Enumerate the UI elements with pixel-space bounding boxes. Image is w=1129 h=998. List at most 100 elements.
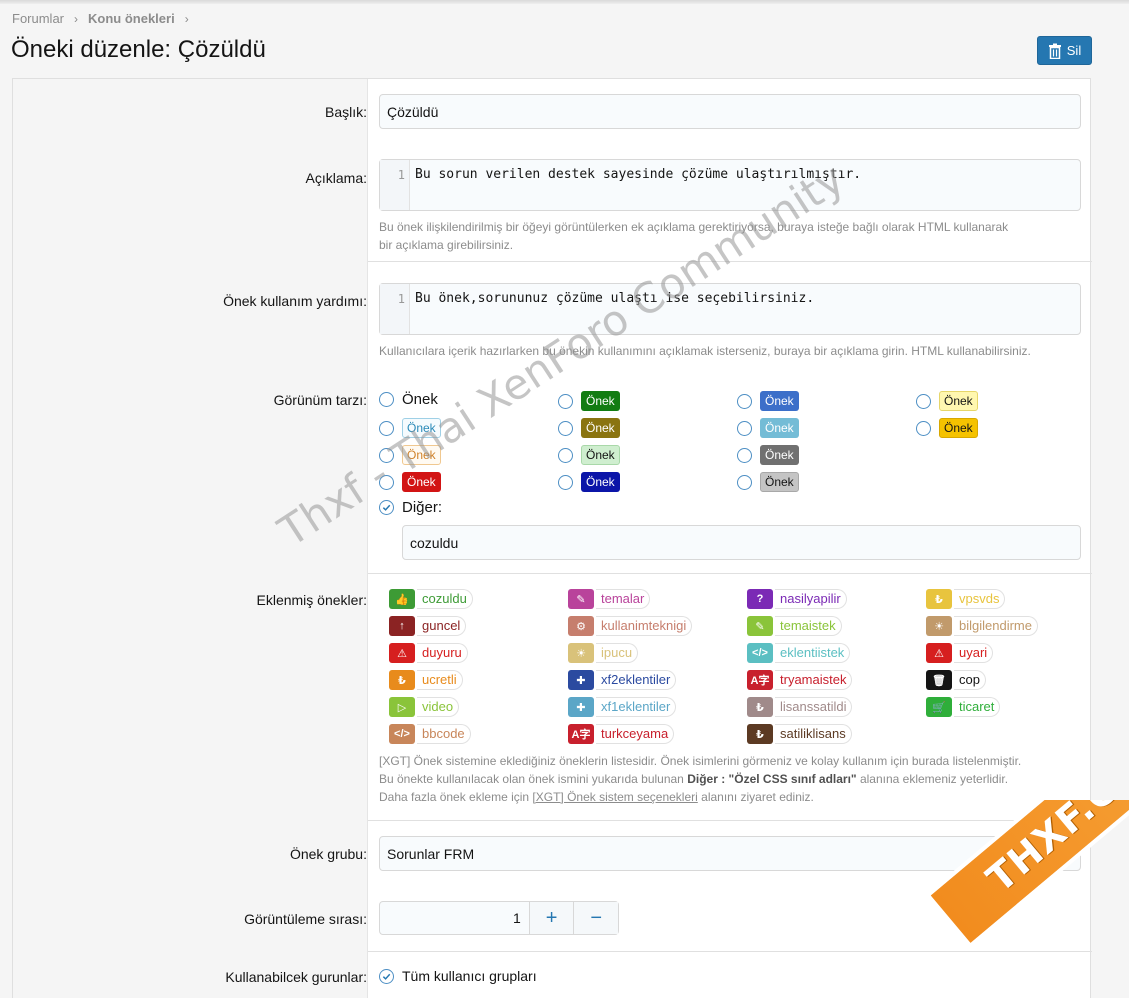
style-option-silver[interactable]: Önek: [737, 472, 799, 492]
prefix-tag-cop: 🗑 cop: [926, 670, 986, 690]
usage-help-label: Önek kullanım yardımı:: [223, 293, 367, 309]
line-number: 1: [380, 160, 410, 210]
style-label: Görünüm tarzı:: [273, 392, 367, 408]
prefix-tag-temaistek: ✎ temaistek: [747, 616, 842, 636]
prefix-tag-name: temaistek: [775, 616, 842, 636]
breadcrumb-thread-prefixes[interactable]: Konu önekleri: [88, 11, 175, 26]
prefix-tag-turkceyama: A字 turkceyama: [568, 724, 675, 744]
watermark-logo: THXF.ORG: [915, 800, 1129, 979]
delete-label: Sil: [1066, 43, 1082, 58]
display-order-value[interactable]: 1: [380, 902, 529, 934]
divider: [368, 573, 1092, 574]
prefix-tag-name: vpsvds: [954, 589, 1006, 609]
style-option-blue[interactable]: Önek: [737, 391, 799, 411]
chevron-right-icon: ›: [74, 11, 79, 26]
prefix-tag-name: uyari: [954, 643, 994, 663]
prefix-tag-name: ipucu: [596, 643, 639, 663]
prefix-tag-name: bbcode: [417, 724, 471, 744]
arrow-up-icon: ↑: [389, 616, 415, 636]
radio-circle: [379, 392, 394, 407]
prefix-tag-name: duyuru: [417, 643, 468, 663]
prefix-tag-satiliklisans: ₺ satiliklisans: [747, 724, 852, 744]
decrement-button[interactable]: −: [573, 902, 619, 934]
style-option-green[interactable]: Önek: [558, 391, 620, 411]
lira-icon: ₺: [747, 724, 773, 744]
breadcrumb-forums[interactable]: Forumlar: [12, 11, 64, 26]
warning-icon: ⚠: [926, 643, 952, 663]
description-editor[interactable]: 1 Bu sorun verilen destek sayesinde çözü…: [379, 159, 1081, 211]
translate-icon: A字: [568, 724, 594, 744]
prefix-tag-bilgilendirme: ☀ bilgilendirme: [926, 616, 1038, 636]
delete-button[interactable]: Sil: [1037, 36, 1092, 65]
page-title: Öneki düzenle: Çözüldü: [11, 36, 266, 63]
lira-icon: ₺: [389, 670, 415, 690]
lightbulb-icon: ☀: [568, 643, 594, 663]
prefix-tag-ipucu: ☀ ipucu: [568, 643, 639, 663]
prefix-group-label: Önek grubu:: [289, 846, 367, 862]
prefix-tag-temalar: ✎ temalar: [568, 589, 651, 609]
prefix-tag-bbcode: </> bbcode: [389, 724, 471, 744]
display-order-stepper: 1 + −: [379, 901, 619, 935]
top-bar: [0, 0, 1129, 4]
prefix-tag-name: ucretli: [417, 670, 463, 690]
style-option-plain[interactable]: Önek: [379, 391, 438, 408]
added-prefixes-label: Eklenmiş önekler:: [256, 592, 368, 608]
increment-button[interactable]: +: [528, 902, 574, 934]
lira-icon: ₺: [747, 697, 773, 717]
prefix-tag-kullanimteknigi: ⚙ kullanimteknigi: [568, 616, 693, 636]
prefix-tag-eklentiistek: </> eklentiistek: [747, 643, 851, 663]
thumbs-up-icon: 👍: [389, 589, 415, 609]
display-order-label: Görüntüleme sırası:: [244, 911, 367, 927]
prefix-tag-video: ▷ video: [389, 697, 460, 717]
chevron-right-icon: ›: [184, 11, 189, 26]
prefix-tag-ucretli: ₺ ucretli: [389, 670, 463, 690]
prefix-tag-uyari: ⚠ uyari: [926, 643, 994, 663]
play-icon: ▷: [389, 697, 415, 717]
prefix-tag-name: guncel: [417, 616, 467, 636]
check-icon: [382, 973, 391, 980]
prefix-tag-vpsvds: ₺ vpsvds: [926, 589, 1006, 609]
description-label: Açıklama:: [305, 170, 367, 186]
style-option-other[interactable]: Diğer:: [379, 499, 442, 516]
style-option-olive[interactable]: Önek: [558, 418, 620, 438]
checkbox-checked: [379, 968, 394, 984]
prefix-tag-name: turkceyama: [596, 724, 675, 744]
title-label: Başlık:: [324, 104, 367, 120]
usage-help-hint: Kullanıcılara içerik hazırlarken bu önek…: [379, 344, 1031, 358]
prefix-tag-guncel: ↑ guncel: [389, 616, 467, 636]
prefix-tag-name: eklentiistek: [775, 643, 851, 663]
lightbulb-icon: ☀: [926, 616, 952, 636]
brush-icon: ✎: [568, 589, 594, 609]
prefix-tag-ticaret: 🛒 ticaret: [926, 697, 1001, 717]
breadcrumb: Forumlar › Konu önekleri ›: [12, 11, 199, 26]
prefix-tag-name: xf1eklentiler: [596, 697, 677, 717]
prefix-tag-xf2eklentiler: ✚ xf2eklentiler: [568, 670, 677, 690]
lira-icon: ₺: [926, 589, 952, 609]
translate-icon: A字: [747, 670, 773, 690]
style-option-gray[interactable]: Önek: [737, 445, 799, 465]
check-icon: [382, 504, 391, 511]
prefix-tag-name: satiliklisans: [775, 724, 852, 744]
prefix-tag-xf1eklentiler: ✚ xf1eklentiler: [568, 697, 677, 717]
prefix-tag-name: temalar: [596, 589, 651, 609]
prefix-tag-cozuldu: 👍 cozuldu: [389, 589, 473, 609]
custom-css-class-input[interactable]: cozuldu: [402, 525, 1081, 560]
prefix-tag-name: cozuldu: [417, 589, 473, 609]
line-number: 1: [380, 284, 410, 334]
style-option-yellow[interactable]: Önek: [916, 418, 978, 438]
style-option-light-green[interactable]: Önek: [558, 445, 620, 465]
all-user-groups-option[interactable]: Tüm kullanıcı grupları: [379, 968, 537, 984]
usage-help-editor[interactable]: 1 Bu önek,sorununuz çözüme ulaştı ise se…: [379, 283, 1081, 335]
prefix-tag-name: nasilyapilir: [775, 589, 847, 609]
code-icon: </>: [389, 724, 415, 744]
usable-groups-label: Kullanabilcek gurunlar:: [225, 969, 367, 985]
style-option-light-yellow[interactable]: Önek: [916, 391, 978, 411]
puzzle-icon: ✚: [568, 697, 594, 717]
prefix-options-link[interactable]: [XGT] Önek sistem seçenekleri: [532, 790, 697, 804]
title-input[interactable]: Çözüldü: [379, 94, 1081, 129]
prefix-tag-name: kullanimteknigi: [596, 616, 693, 636]
style-option-dark-blue[interactable]: Önek: [558, 472, 620, 492]
prefix-tag-name: xf2eklentiler: [596, 670, 677, 690]
cart-icon: 🛒: [926, 697, 952, 717]
style-option-sky[interactable]: Önek: [737, 418, 799, 438]
